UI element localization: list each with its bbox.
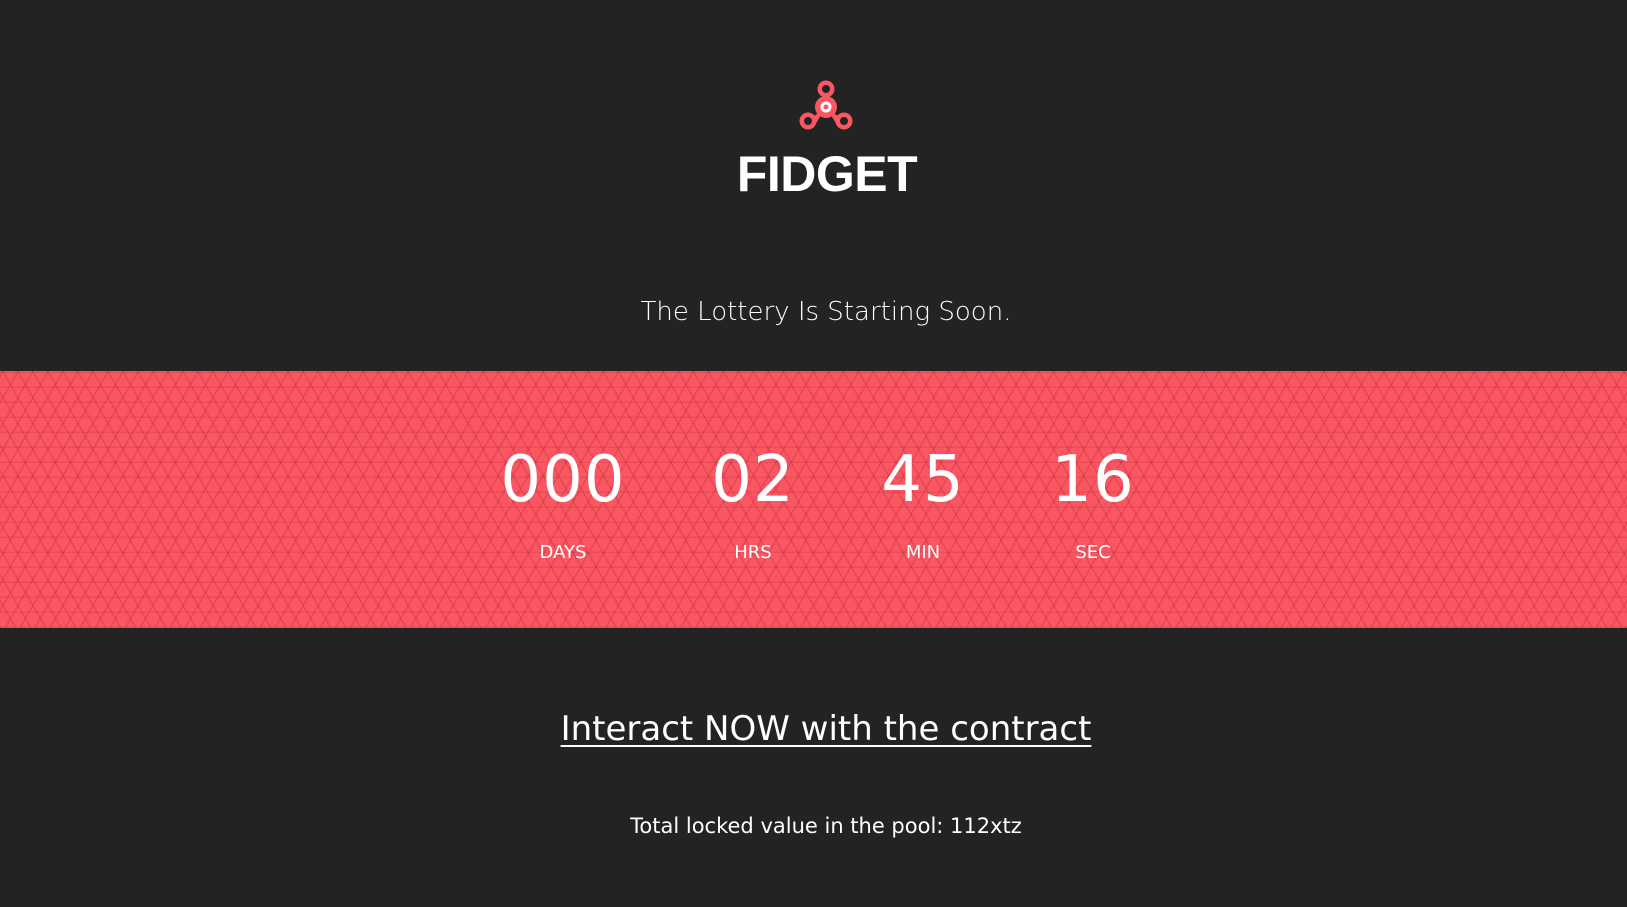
- interact-contract-link[interactable]: Interact NOW with the contract: [561, 709, 1092, 749]
- pool-total-locked-value: Total locked value in the pool: 112xtz: [630, 814, 1022, 838]
- countdown-minutes-value: 45: [881, 443, 965, 517]
- countdown-band: 000 DAYS 02 HRS 45 MIN 16 SEC: [0, 371, 1627, 628]
- countdown-seconds-value: 16: [1051, 443, 1135, 517]
- countdown-days-value: 000: [500, 443, 626, 517]
- cta-container: Interact NOW with the contract: [0, 707, 1627, 751]
- countdown-days-label: DAYS: [539, 542, 587, 563]
- countdown-seconds-label: SEC: [1075, 542, 1111, 563]
- brand-title: FIDGET: [736, 146, 918, 202]
- header: FIDGET The Lottery Is Starting Soon.: [0, 0, 1627, 371]
- tagline: The Lottery Is Starting Soon.: [640, 297, 1012, 327]
- countdown-hours-label: HRS: [734, 542, 772, 563]
- countdown-minutes-label: MIN: [905, 542, 941, 563]
- countdown-hours-value: 02: [711, 443, 795, 517]
- fidget-spinner-icon: [799, 80, 853, 130]
